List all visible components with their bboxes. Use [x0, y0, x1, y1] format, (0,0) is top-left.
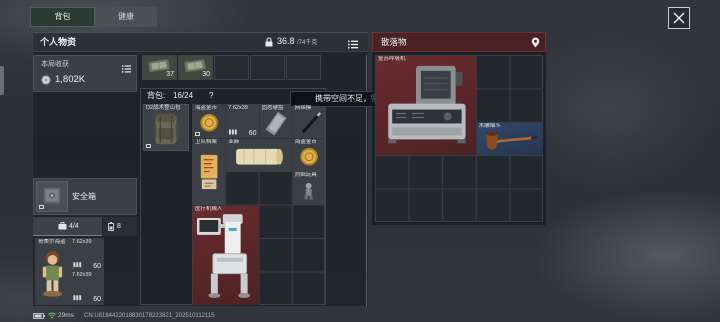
session-earnings-panel[interactable]: 本局收获 1,802K: [33, 55, 137, 92]
document-icon: [200, 154, 218, 189]
backpack-item[interactable]: 海盗金币: [193, 105, 226, 138]
earnings-value: 1,802K: [55, 74, 86, 85]
pouch-tab-storage[interactable]: 4/4: [33, 217, 102, 236]
loot-item[interactable]: 复苏呼吸机: [376, 56, 476, 156]
loot-body: 复苏呼吸机 木雕烟斗: [372, 52, 546, 225]
item-count: 60: [93, 263, 101, 270]
pouch-tab-label: 4/4: [69, 223, 79, 230]
backpack-item[interactable]: 医疗机械人: [193, 205, 259, 305]
briefcase-icon: [58, 222, 67, 230]
earnings-title: 本局收获: [41, 61, 69, 68]
list-icon: [121, 65, 132, 73]
item-name: 海盗金币: [294, 138, 317, 145]
backpack-item[interactable]: 亚麻: [226, 138, 292, 171]
earnings-list-button[interactable]: [121, 61, 132, 73]
item-name: 7.62x39: [228, 105, 248, 111]
device-battery-icon: [33, 313, 45, 319]
resuscitator-icon: [388, 65, 466, 144]
backpack-item[interactable]: 7.62x39 60: [226, 105, 259, 138]
safe-box-item[interactable]: [36, 181, 68, 212]
medical-robot-icon: [196, 213, 251, 298]
close-button[interactable]: [668, 7, 690, 29]
list-icon: [348, 40, 358, 49]
battery-icon: [108, 222, 114, 231]
weight-max: /74千克: [297, 39, 318, 46]
backpack-label: 背包:: [147, 91, 166, 100]
safe-box-title: 安全箱: [72, 192, 96, 201]
item-name: D2战术登山包: [146, 105, 181, 111]
close-icon: [673, 12, 685, 24]
item-name: 固态硬盘: [261, 105, 284, 111]
lock-icon: [265, 37, 273, 47]
figure-icon: [42, 251, 63, 297]
pouch-item[interactable]: 哥美尔海盗: [36, 239, 69, 304]
backpack-item[interactable]: 烈焰玩具: [292, 172, 325, 205]
item-name: 7.62x39: [72, 239, 92, 245]
item-count: 60: [93, 296, 101, 303]
loot-title: 散落物: [381, 37, 407, 47]
weight-current: 36.8: [277, 36, 295, 46]
loot-item[interactable]: 木雕烟斗: [476, 122, 543, 156]
safe-box-slot[interactable]: 安全箱: [33, 178, 137, 215]
tab-health[interactable]: 健康: [95, 7, 157, 27]
quick-slot[interactable]: 30: [178, 55, 213, 80]
pouch-tab-battery[interactable]: 8: [103, 217, 137, 236]
quick-slot-empty[interactable]: [250, 55, 285, 80]
quick-slot[interactable]: 37: [142, 55, 177, 80]
item-count: 60: [248, 129, 257, 137]
pouch-tab-label: 8: [117, 223, 121, 230]
item-name: 医疗机械人: [195, 205, 223, 212]
side-drawer-handle[interactable]: [0, 66, 4, 95]
backpack-container: 背包: 16/24 ? D2战术登山包 海盗金币 7.62x39 60 固态硬盘…: [140, 88, 326, 305]
loot-header: 散落物: [372, 32, 546, 52]
pouch-item[interactable]: 7.62x39 60: [70, 239, 103, 271]
sort-list-button[interactable]: [347, 37, 359, 49]
backpack-item[interactable]: 网络模: [292, 105, 325, 138]
backpack-help-button[interactable]: ?: [209, 92, 213, 100]
backpack-item[interactable]: 固态硬盘: [259, 105, 292, 138]
item-name: 网络模: [294, 105, 312, 111]
item-name: 亚麻: [228, 138, 240, 145]
item-name: 7.62x39: [72, 272, 92, 278]
coin-icon: [41, 75, 51, 85]
backpack-item[interactable]: 卫队档案: [193, 138, 226, 205]
personal-supplies-header: 个人物资 36.8 /74千克: [33, 32, 368, 52]
backpack-grid: 海盗金币 7.62x39 60 固态硬盘 网络模 卫队档案 亚麻 海盗金币 烈焰…: [192, 104, 325, 305]
quick-slot-empty[interactable]: [214, 55, 249, 80]
item-name: 海盗金币: [195, 105, 218, 111]
pouch-item[interactable]: 7.62x39 60: [70, 272, 103, 304]
wifi-icon: [48, 312, 56, 319]
item-name: 烈焰玩具: [294, 172, 317, 178]
equipped-backpack[interactable]: D2战术登山包: [143, 104, 189, 151]
inventory-screen: 背包 健康 个人物资 36.8 /74千克 本局收获 1,802K 37 30: [0, 0, 720, 322]
item-name: 复苏呼吸机: [378, 56, 406, 62]
item-tag-icon: [195, 131, 200, 136]
item-count: 30: [202, 71, 210, 78]
location-pin-icon[interactable]: [531, 37, 540, 48]
backpack-item[interactable]: 海盗金币: [292, 138, 325, 171]
personal-supplies-title: 个人物资: [40, 37, 77, 47]
quick-slot-empty[interactable]: [286, 55, 321, 80]
item-tag-icon: [39, 205, 44, 209]
item-name: 哥美尔海盗: [38, 239, 66, 245]
item-count: 37: [166, 71, 174, 78]
backpack-capacity: 16/24: [173, 91, 194, 100]
item-name: 木雕烟斗: [478, 122, 501, 129]
pouch-grid: 哥美尔海盗 7.62x39 60 7.62x39 60: [35, 238, 104, 305]
container-tag-icon: [146, 144, 151, 148]
tab-backpack[interactable]: 背包: [30, 7, 95, 27]
user-id: CN:U8184422018830178223821_202510112115: [84, 313, 215, 319]
loot-grid: 复苏呼吸机 木雕烟斗: [375, 55, 543, 222]
item-name: 卫队档案: [195, 138, 218, 145]
ping-value: 29ms: [58, 312, 74, 319]
